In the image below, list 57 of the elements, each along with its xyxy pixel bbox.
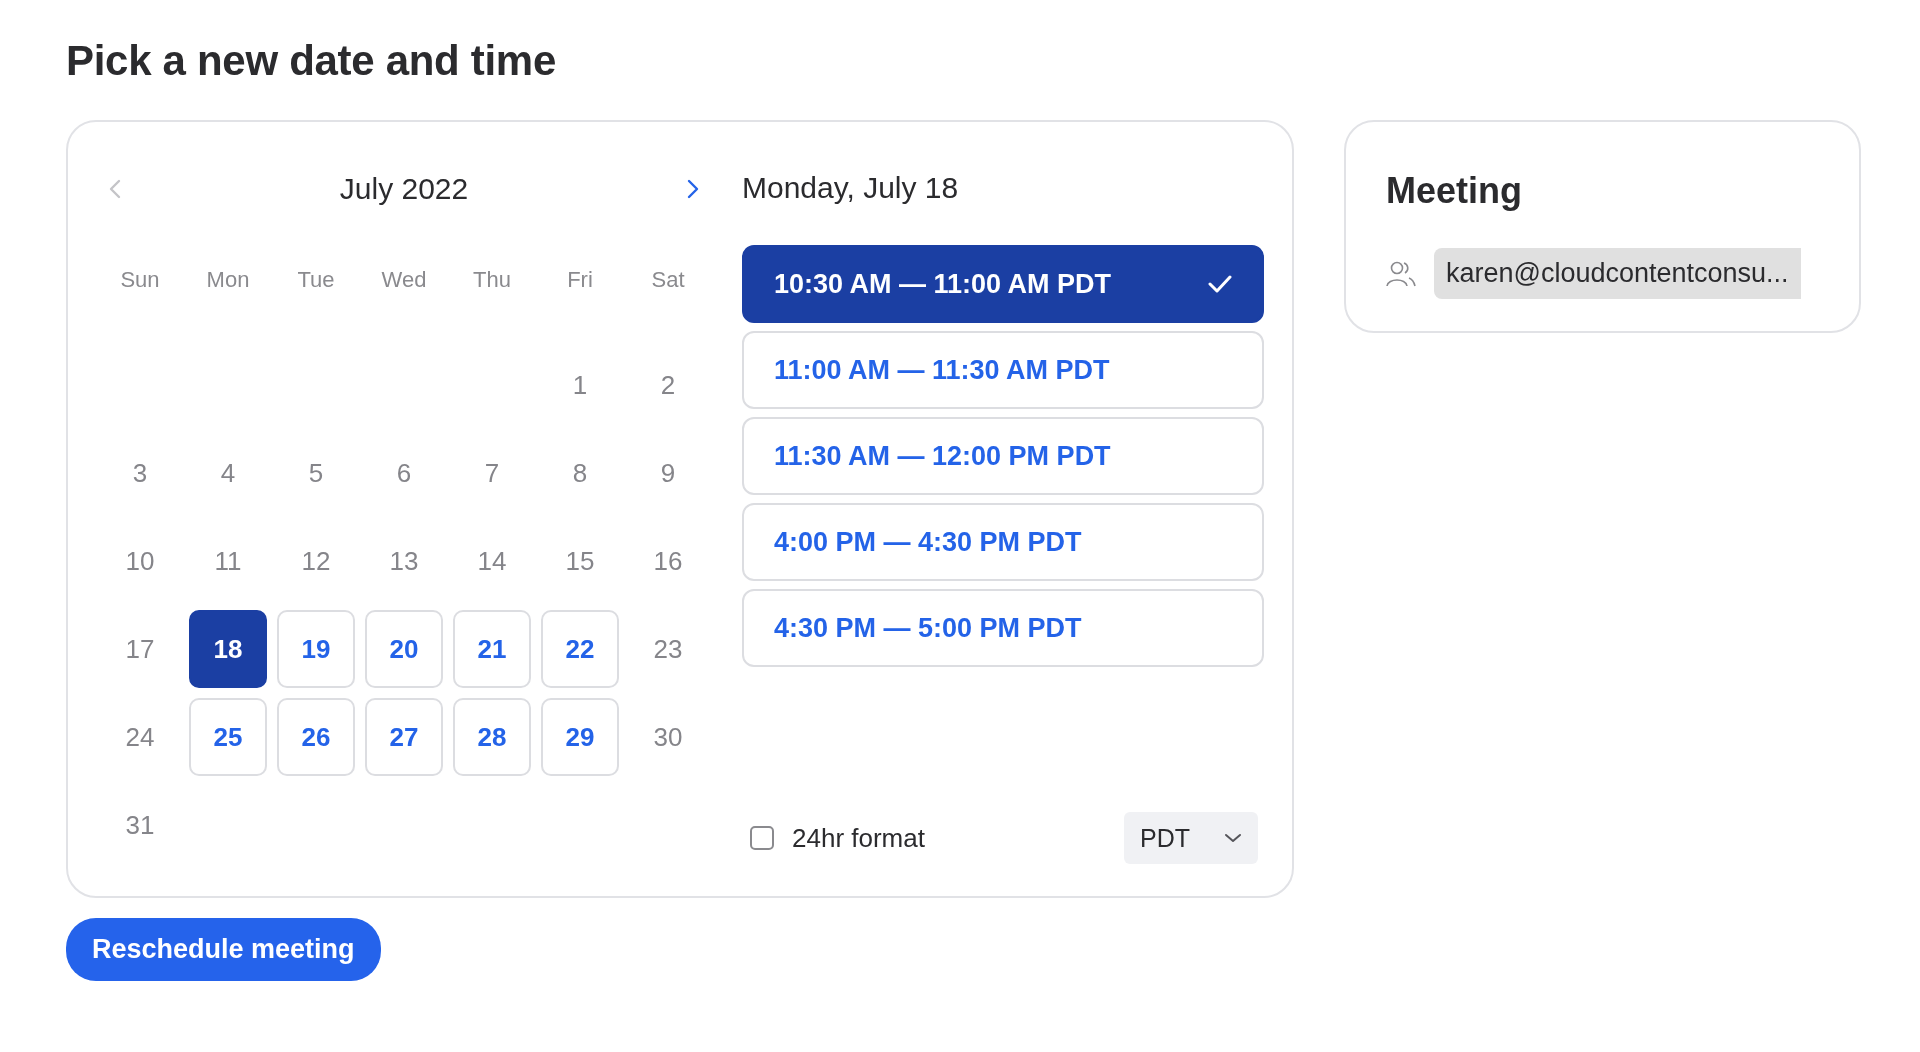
check-icon — [1208, 274, 1232, 295]
page-title: Pick a new date and time — [66, 36, 557, 86]
day-number: 31 — [125, 808, 155, 842]
day-button[interactable]: 21 — [453, 610, 531, 689]
time-slot-button[interactable]: 10:30 AM — 11:00 AM PDT — [742, 245, 1264, 324]
day-number: 11 — [214, 544, 242, 578]
chevron-down-icon — [1224, 833, 1242, 844]
day-number: 10 — [125, 544, 155, 578]
day-number: 14 — [477, 544, 507, 578]
day-number: 30 — [653, 720, 683, 754]
day-button[interactable]: 22 — [541, 610, 619, 689]
format-checkbox[interactable] — [750, 826, 774, 851]
weekday-label: Thu — [472, 266, 512, 295]
day-number: 23 — [653, 632, 683, 666]
day-button[interactable]: 19 — [277, 610, 355, 689]
day-number: 4 — [220, 456, 236, 490]
weekday-label: Sat — [650, 266, 686, 295]
weekday-label: Wed — [380, 266, 428, 295]
day-number: 6 — [396, 456, 412, 490]
day-number: 15 — [565, 544, 595, 578]
month-label: July 2022 — [339, 170, 469, 207]
chevron-left-icon — [108, 178, 122, 201]
weekday-label: Sun — [119, 266, 161, 295]
day-number: 12 — [301, 544, 331, 578]
timezone-dropdown[interactable]: PDT — [1124, 812, 1258, 865]
attendee-email: karen@cloudcontentconsu... — [1434, 248, 1801, 299]
time-slot-button[interactable]: 11:30 AM — 12:00 PM PDT — [742, 417, 1264, 496]
day-button[interactable]: 28 — [453, 698, 531, 777]
day-number: 24 — [125, 720, 155, 754]
day-number: 3 — [132, 456, 148, 490]
reschedule-button[interactable]: Reschedule meeting — [66, 918, 381, 981]
day-number: 17 — [125, 632, 155, 666]
day-number: 2 — [660, 368, 676, 402]
day-number: 5 — [308, 456, 324, 490]
day-number: 16 — [653, 544, 683, 578]
day-button[interactable]: 26 — [277, 698, 355, 777]
chevron-right-icon — [686, 178, 700, 201]
weekday-label: Fri — [566, 266, 594, 295]
format-label: 24hr format — [792, 821, 925, 855]
time-slot-button[interactable]: 4:00 PM — 4:30 PM PDT — [742, 503, 1264, 582]
day-number: 1 — [572, 368, 588, 402]
day-number: 7 — [484, 456, 500, 490]
people-icon — [1386, 260, 1416, 287]
day-number: 9 — [660, 456, 676, 490]
date-heading: Monday, July 18 — [742, 170, 960, 207]
weekday-label: Mon — [205, 266, 251, 295]
day-number: 8 — [572, 456, 588, 490]
day-button[interactable]: 25 — [189, 698, 267, 777]
meeting-title: Meeting — [1386, 169, 1523, 214]
day-number: 13 — [389, 544, 419, 578]
weekday-label: Tue — [296, 266, 336, 295]
time-slot-button[interactable]: 4:30 PM — 5:00 PM PDT — [742, 589, 1264, 668]
day-button[interactable]: 20 — [365, 610, 443, 689]
day-button[interactable]: 29 — [541, 698, 619, 777]
time-slot-button[interactable]: 11:00 AM — 11:30 AM PDT — [742, 331, 1264, 410]
day-button[interactable]: 18 — [189, 610, 267, 689]
day-button[interactable]: 27 — [365, 698, 443, 777]
